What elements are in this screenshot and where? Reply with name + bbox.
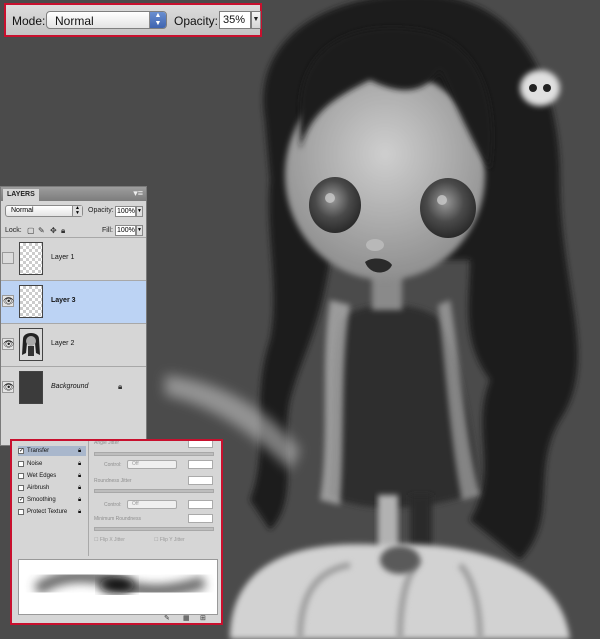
angle-control-select[interactable]: Off xyxy=(127,460,177,469)
eye-icon[interactable]: 👁︎ xyxy=(2,338,14,350)
brush-panel-footer: ✎ ▦ ⊞ xyxy=(12,615,221,623)
roundness-control-field[interactable] xyxy=(188,500,213,509)
brush-option-protect-texture[interactable]: Protect Texture 🔒︎ xyxy=(18,507,86,517)
angle-jitter-slider[interactable] xyxy=(94,452,214,456)
opacity-label: Opacity: xyxy=(174,14,219,28)
brush-option-airbrush[interactable]: Airbrush 🔒︎ xyxy=(18,483,86,493)
brush-option-label: Smoothing xyxy=(27,497,56,503)
brush-option-noise[interactable]: Noise 🔒︎ xyxy=(18,459,86,469)
brush-option-label: Noise xyxy=(27,461,43,467)
layer-thumbnail xyxy=(19,285,43,318)
brush-settings-panel: ✓ Transfer 🔒︎ Noise 🔒︎ Wet Edges 🔒︎ Airb… xyxy=(10,439,223,625)
lock-position-move-icon[interactable]: ✥ xyxy=(50,227,57,235)
flip-y-jitter-checkbox[interactable]: ☐ Flip Y Jitter xyxy=(154,537,185,543)
grid-preview-icon[interactable]: ▦ xyxy=(183,615,191,623)
new-preset-icon[interactable]: ⊞ xyxy=(200,615,208,623)
toggle-brush-icon[interactable]: ✎ xyxy=(164,615,172,623)
layer-opacity-input[interactable]: 100% xyxy=(115,206,136,217)
option-lock-icon[interactable]: 🔒︎ xyxy=(78,446,81,456)
control-label: Control: xyxy=(104,462,122,468)
eye-icon[interactable]: 👁︎ xyxy=(2,381,14,393)
minimum-roundness-slider[interactable] xyxy=(94,527,214,531)
lock-transparent-icon[interactable]: ▢ xyxy=(27,227,35,235)
layer-name: Layer 3 xyxy=(51,297,76,304)
layer-lock-icon: 🔒︎ xyxy=(118,382,123,391)
mode-label: Mode: xyxy=(12,14,46,28)
checkbox-checked-icon[interactable]: ✓ xyxy=(18,448,24,454)
option-lock-icon[interactable]: 🔒︎ xyxy=(78,507,81,517)
roundness-jitter-field[interactable] xyxy=(188,476,213,485)
roundness-control-label: Control: xyxy=(104,502,122,508)
lock-image-brush-icon[interactable]: ✎ xyxy=(38,227,45,235)
select-stepper-icon: ▲ ▼ xyxy=(72,206,82,216)
layer-blend-mode-select[interactable]: Normal ▲ ▼ xyxy=(5,205,83,217)
layer-thumbnail xyxy=(19,371,43,404)
checkbox-icon[interactable] xyxy=(18,485,24,491)
checkbox-checked-icon[interactable]: ✓ xyxy=(18,497,24,503)
opacity-input[interactable]: 35% xyxy=(219,11,251,29)
option-lock-icon[interactable]: 🔒︎ xyxy=(78,459,81,469)
layer-name: Background xyxy=(51,383,89,390)
layer-row-layer-3[interactable]: 👁︎ Layer 3 xyxy=(1,280,146,323)
layer-row-layer-2[interactable]: 👁︎ Layer 2 xyxy=(1,323,146,366)
select-stepper-icon: ▲ ▼ xyxy=(149,12,166,28)
layers-panel: LAYERS ▾≡ Normal ▲ ▼ Opacity: 100% ▼ Lock… xyxy=(0,186,147,446)
brush-option-list: ✓ Transfer 🔒︎ Noise 🔒︎ Wet Edges 🔒︎ Airb… xyxy=(12,441,89,556)
angle-jitter-label: Angle Jitter xyxy=(94,440,120,446)
option-lock-icon[interactable]: 🔒︎ xyxy=(78,495,81,505)
layer-opacity-arrow-icon[interactable]: ▼ xyxy=(136,206,143,217)
layer-opacity-label: Opacity: xyxy=(88,207,114,214)
brush-option-wet-edges[interactable]: Wet Edges 🔒︎ xyxy=(18,471,86,481)
option-lock-icon[interactable]: 🔒︎ xyxy=(78,471,81,481)
minimum-roundness-field[interactable] xyxy=(188,514,213,523)
brush-option-smoothing[interactable]: ✓ Smoothing 🔒︎ xyxy=(18,495,86,505)
visibility-toggle-empty[interactable] xyxy=(2,252,14,264)
flip-y-label: Flip Y Jitter xyxy=(159,537,185,543)
option-lock-icon[interactable]: 🔒︎ xyxy=(78,483,81,493)
brush-stroke-preview-image xyxy=(33,570,206,597)
mode-select[interactable]: Normal ▲ ▼ xyxy=(46,11,167,29)
layers-panel-titlebar[interactable]: LAYERS ▾≡ xyxy=(1,187,146,201)
brush-option-transfer[interactable]: ✓ Transfer 🔒︎ xyxy=(18,446,86,456)
flip-x-label: Flip X Jitter xyxy=(99,537,125,543)
brush-options-bar: Mode: Normal ▲ ▼ Opacity: 35% ▼ xyxy=(4,3,262,37)
roundness-jitter-slider[interactable] xyxy=(94,489,214,493)
brush-option-label: Wet Edges xyxy=(27,473,57,479)
blend-mode-value: Normal xyxy=(11,207,34,214)
fill-arrow-icon[interactable]: ▼ xyxy=(136,225,143,236)
flip-x-jitter-checkbox[interactable]: ☐ Flip X Jitter xyxy=(94,537,125,543)
roundness-control-select[interactable]: Off xyxy=(127,500,177,509)
panel-menu-icon[interactable]: ▾≡ xyxy=(133,188,143,199)
layer-thumbnail xyxy=(19,242,43,275)
brush-option-label: Transfer xyxy=(27,448,50,454)
lock-all-padlock-icon[interactable]: 🔒︎ xyxy=(61,227,68,235)
angle-control-field[interactable] xyxy=(188,460,213,469)
layers-tab[interactable]: LAYERS xyxy=(3,189,39,201)
checkbox-icon[interactable] xyxy=(18,509,24,515)
layer-row-background[interactable]: 👁︎ Background 🔒︎ xyxy=(1,366,146,409)
layer-thumbnail xyxy=(19,328,43,361)
minimum-roundness-label: Minimum Roundness xyxy=(94,516,141,522)
lock-label: Lock: xyxy=(5,227,22,234)
fill-label: Fill: xyxy=(102,227,113,234)
checkbox-icon[interactable] xyxy=(18,461,24,467)
mode-select-value: Normal xyxy=(55,14,94,28)
roundness-jitter-label: Roundness Jitter xyxy=(94,478,132,484)
fill-input[interactable]: 100% xyxy=(115,225,136,236)
opacity-dropdown-arrow-icon[interactable]: ▼ xyxy=(251,11,261,29)
angle-jitter-field[interactable] xyxy=(188,441,213,448)
brush-option-label: Airbrush xyxy=(27,485,50,491)
brush-stroke-preview xyxy=(18,559,218,615)
girl-thumbnail-icon xyxy=(20,329,42,360)
layer-name: Layer 2 xyxy=(51,340,75,347)
layer-name: Layer 1 xyxy=(51,254,75,261)
layer-row-layer-1[interactable]: Layer 1 xyxy=(1,237,146,280)
checkbox-icon[interactable] xyxy=(18,473,24,479)
brush-option-label: Protect Texture xyxy=(27,509,68,515)
eye-icon[interactable]: 👁︎ xyxy=(2,295,14,307)
